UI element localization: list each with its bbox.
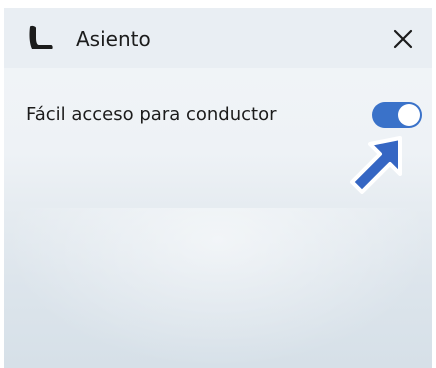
- background-haze: [4, 208, 432, 368]
- easy-access-label: Fácil acceso para conductor: [26, 104, 277, 125]
- seat-settings-panel: Asiento Fácil acceso para conductor: [4, 8, 432, 368]
- arrow-pointer-icon: [350, 136, 402, 194]
- panel-title: Asiento: [76, 27, 151, 51]
- panel-header: Asiento: [4, 8, 432, 68]
- toggle-knob: [398, 104, 420, 126]
- close-icon[interactable]: [392, 28, 414, 50]
- seat-icon: [29, 25, 53, 49]
- easy-access-toggle[interactable]: [372, 102, 422, 128]
